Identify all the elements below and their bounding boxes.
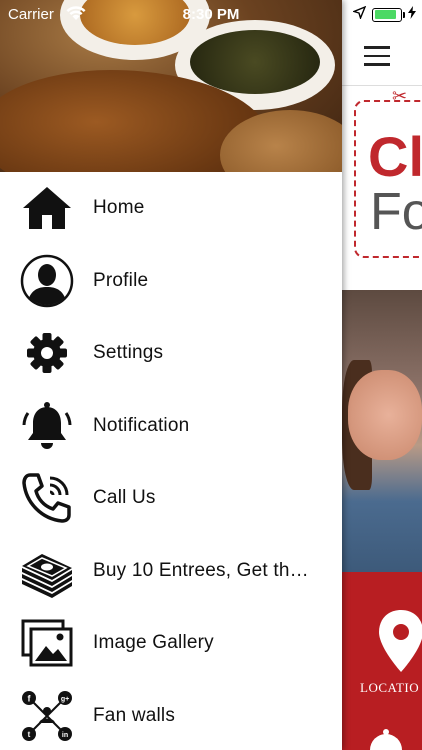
coupon-text-1: Cl xyxy=(368,125,422,188)
menu-label: Buy 10 Entrees, Get th… xyxy=(93,559,309,581)
svg-text:in: in xyxy=(62,732,68,739)
location-pin-icon xyxy=(376,608,422,679)
money-stack-icon xyxy=(20,544,74,598)
bell-icon-partial xyxy=(366,728,406,750)
location-label: LOCATIO xyxy=(360,680,420,695)
background-app: ✂ Cl Fo LOCATIO xyxy=(342,0,422,750)
menu-label: Settings xyxy=(93,342,164,364)
image-gallery-icon xyxy=(20,616,74,670)
bell-icon xyxy=(20,399,74,453)
navigation-drawer: Home Profile Settings Notification Call … xyxy=(0,0,342,750)
charging-bolt-icon xyxy=(408,6,416,23)
profile-icon xyxy=(20,254,74,308)
menu-label: Home xyxy=(93,197,145,219)
menu-label: Call Us xyxy=(93,487,156,509)
photo-face xyxy=(348,370,422,460)
gear-icon xyxy=(20,326,74,380)
menu-item-home[interactable]: Home xyxy=(0,172,342,245)
home-icon xyxy=(20,181,74,235)
menu-item-notification[interactable]: Notification xyxy=(0,390,342,463)
svg-text:t: t xyxy=(28,730,31,739)
svg-text:g+: g+ xyxy=(61,696,69,703)
status-bar: Carrier 8:30 PM xyxy=(0,0,422,30)
hamburger-menu-icon[interactable] xyxy=(364,46,390,72)
menu-item-image-gallery[interactable]: Image Gallery xyxy=(0,607,342,680)
battery-indicator xyxy=(372,7,405,22)
social-network-icon: f g+ t in xyxy=(20,689,74,743)
menu-item-fan-walls[interactable]: f g+ t in Fan walls xyxy=(0,680,342,750)
menu-item-settings[interactable]: Settings xyxy=(0,317,342,390)
phone-icon xyxy=(20,471,74,525)
location-arrow-icon xyxy=(351,5,367,23)
menu-label: Image Gallery xyxy=(93,632,214,654)
menu-item-buy-10-entrees[interactable]: Buy 10 Entrees, Get th… xyxy=(0,535,342,608)
menu-item-call-us[interactable]: Call Us xyxy=(0,462,342,535)
menu-label: Fan walls xyxy=(93,704,176,726)
menu-label: Notification xyxy=(93,414,190,436)
menu-label: Profile xyxy=(93,269,149,291)
menu-item-profile[interactable]: Profile xyxy=(0,245,342,318)
coupon-text-2: Fo xyxy=(370,183,422,241)
drawer-menu: Home Profile Settings Notification Call … xyxy=(0,172,342,750)
